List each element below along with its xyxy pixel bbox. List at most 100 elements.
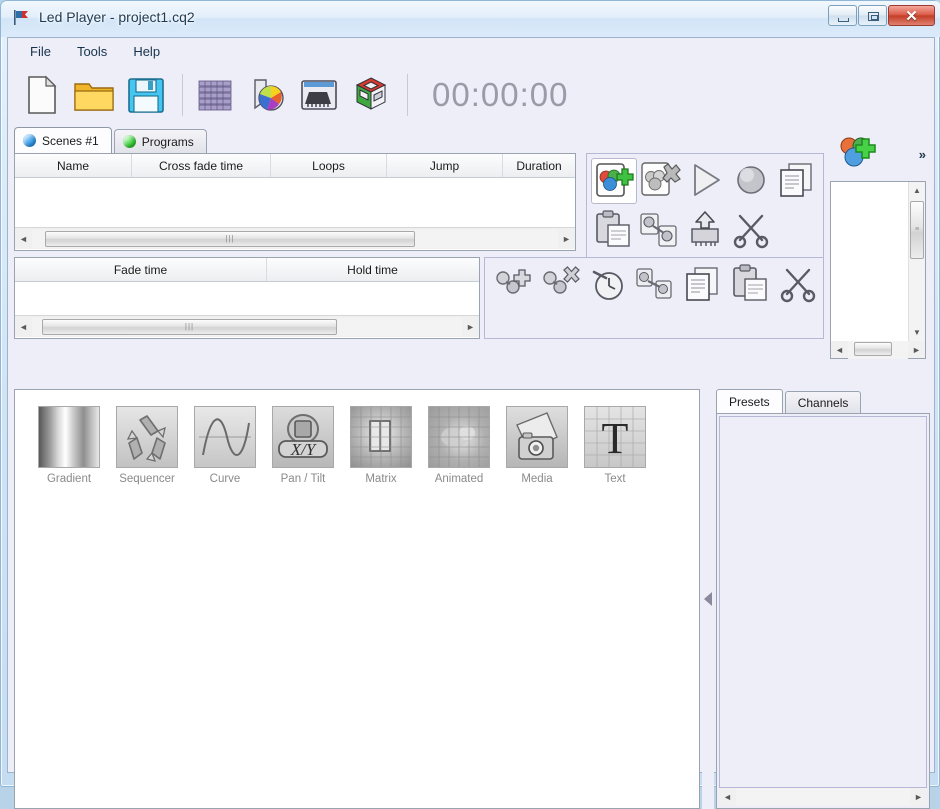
add-step-icon xyxy=(496,269,531,294)
tab-scenes[interactable]: Scenes #1 xyxy=(14,127,112,153)
scroll-right-arrow-icon[interactable]: ► xyxy=(558,229,575,249)
vscroll-up-arrow-icon[interactable]: ▲ xyxy=(909,182,925,199)
scene-hscroll-thumb[interactable]: ||| xyxy=(45,230,415,247)
presets-list[interactable] xyxy=(719,416,927,788)
effect-sequencer[interactable]: Sequencer xyxy=(115,406,179,485)
add-step-button[interactable] xyxy=(491,262,536,308)
presets-hscroll-track[interactable] xyxy=(736,788,910,806)
play-scene-button[interactable] xyxy=(683,158,729,204)
scenes-pane: Scenes #1 Programs Name Cross fade time … xyxy=(14,127,824,385)
toolbar-separator xyxy=(182,74,183,116)
step-scroll-left-arrow-icon[interactable]: ◄ xyxy=(15,317,32,337)
merge-steps-button[interactable] xyxy=(633,262,678,308)
column-header-duration[interactable]: Duration xyxy=(503,154,575,177)
new-file-button[interactable] xyxy=(18,71,66,119)
tab-presets[interactable]: Presets xyxy=(716,389,783,413)
tab-scenes-label: Scenes #1 xyxy=(42,133,99,148)
tab-programs[interactable]: Programs xyxy=(113,129,207,153)
effect-pan-tilt[interactable]: X/Y Pan / Tilt xyxy=(271,406,335,485)
menu-tools[interactable]: Tools xyxy=(65,40,119,63)
cut-scene-button[interactable] xyxy=(729,208,775,254)
column-header-name[interactable]: Name xyxy=(15,154,132,177)
copy-scene-icon xyxy=(780,163,812,197)
step-hscroll-thumb[interactable]: ||| xyxy=(42,318,337,335)
step-grid-header: Fade time Hold time xyxy=(15,258,479,282)
tab-programs-label: Programs xyxy=(141,134,194,149)
menu-help[interactable]: Help xyxy=(121,40,172,63)
matrix-grid-icon xyxy=(198,80,232,111)
delete-step-icon xyxy=(543,266,581,294)
cube-button[interactable] xyxy=(347,71,395,119)
panel-splitter[interactable] xyxy=(702,389,714,809)
presets-quick-panel: » ▲ ≡ ▼ ◄ ► xyxy=(828,127,930,385)
presets-quick-list[interactable]: ▲ ≡ ▼ ◄ ► xyxy=(830,181,926,359)
effect-sequencer-label: Sequencer xyxy=(119,473,175,485)
presets-scroll-left-arrow-icon[interactable]: ◄ xyxy=(719,787,736,807)
scene-hscroll-track[interactable]: ||| xyxy=(32,229,558,248)
rt-scroll-left-arrow-icon[interactable]: ◄ xyxy=(831,340,848,360)
vscroll-thumb[interactable]: ≡ xyxy=(910,201,924,259)
app-logo-flag-icon xyxy=(14,10,28,25)
upload-to-device-button[interactable] xyxy=(683,208,729,254)
step-scroll-right-arrow-icon[interactable]: ► xyxy=(462,317,479,337)
presets-quick-hscrollbar[interactable]: ◄ ► xyxy=(831,340,925,360)
add-scene-button[interactable] xyxy=(591,158,637,204)
rt-scroll-right-arrow-icon[interactable]: ► xyxy=(908,340,925,360)
toolbar-separator-2 xyxy=(407,74,408,116)
column-header-jump[interactable]: Jump xyxy=(387,154,503,177)
presets-quick-vscrollbar[interactable]: ▲ ≡ ▼ xyxy=(908,182,925,341)
paste-scene-button[interactable] xyxy=(591,208,637,254)
colors-button[interactable] xyxy=(243,71,291,119)
copy-step-button[interactable] xyxy=(681,262,726,308)
menu-file[interactable]: File xyxy=(18,40,63,63)
maximize-button[interactable] xyxy=(858,5,887,26)
application-window: Led Player - project1.cq2 ✕ File Tools H… xyxy=(0,0,940,809)
merge-scene-button[interactable] xyxy=(637,208,683,254)
merge-steps-icon xyxy=(636,268,672,299)
scene-grid-hscrollbar[interactable]: ◄ ||| ► xyxy=(15,227,575,249)
scene-grid-body[interactable] xyxy=(15,178,575,227)
tab-channels[interactable]: Channels xyxy=(784,391,862,413)
column-header-hold-time[interactable]: Hold time xyxy=(267,258,478,281)
sequencer-icon xyxy=(116,406,178,468)
delete-scene-button[interactable] xyxy=(637,158,683,204)
step-time-button[interactable] xyxy=(586,262,631,308)
rt-hscroll-thumb[interactable] xyxy=(854,341,892,356)
minimize-button[interactable] xyxy=(828,5,857,26)
delete-scene-icon xyxy=(641,162,681,196)
delete-step-button[interactable] xyxy=(538,262,583,308)
presets-hscrollbar[interactable]: ◄ ► xyxy=(719,788,927,806)
copy-scene-button[interactable] xyxy=(775,158,821,204)
column-header-fade-time[interactable]: Fade time xyxy=(15,258,267,281)
cut-scene-icon xyxy=(733,214,769,249)
step-toolbar xyxy=(484,257,824,339)
column-header-loops[interactable]: Loops xyxy=(271,154,387,177)
step-grid-body[interactable] xyxy=(15,282,479,315)
open-file-button[interactable] xyxy=(70,71,118,119)
effect-curve[interactable]: Curve xyxy=(193,406,257,485)
rt-hscroll-track[interactable] xyxy=(848,340,908,359)
effect-matrix[interactable]: Matrix xyxy=(349,406,413,485)
add-preset-button[interactable] xyxy=(836,133,876,173)
paste-step-button[interactable] xyxy=(728,262,773,308)
matrix-setup-button[interactable] xyxy=(191,71,239,119)
effect-animated[interactable]: Animated xyxy=(427,406,491,485)
presets-scroll-right-arrow-icon[interactable]: ► xyxy=(910,787,927,807)
step-grid-hscrollbar[interactable]: ◄ ||| ► xyxy=(15,315,479,337)
vscroll-down-arrow-icon[interactable]: ▼ xyxy=(909,324,925,341)
expand-panel-chevron-icon[interactable]: » xyxy=(919,147,926,162)
close-button[interactable]: ✕ xyxy=(888,5,935,26)
stop-scene-button[interactable] xyxy=(729,158,775,204)
cut-step-button[interactable] xyxy=(776,262,821,308)
column-header-cross-fade-time[interactable]: Cross fade time xyxy=(132,154,271,177)
scroll-left-arrow-icon[interactable]: ◄ xyxy=(15,229,32,249)
effect-gradient[interactable]: Gradient xyxy=(37,406,101,485)
step-hscroll-track[interactable]: ||| xyxy=(32,317,462,336)
effect-media[interactable]: Media xyxy=(505,406,569,485)
effect-text[interactable]: T Text xyxy=(583,406,647,485)
save-file-button[interactable] xyxy=(122,71,170,119)
hardware-button[interactable] xyxy=(295,71,343,119)
animated-icon xyxy=(428,406,490,468)
close-icon: ✕ xyxy=(905,7,918,25)
text-icon: T xyxy=(584,406,646,468)
